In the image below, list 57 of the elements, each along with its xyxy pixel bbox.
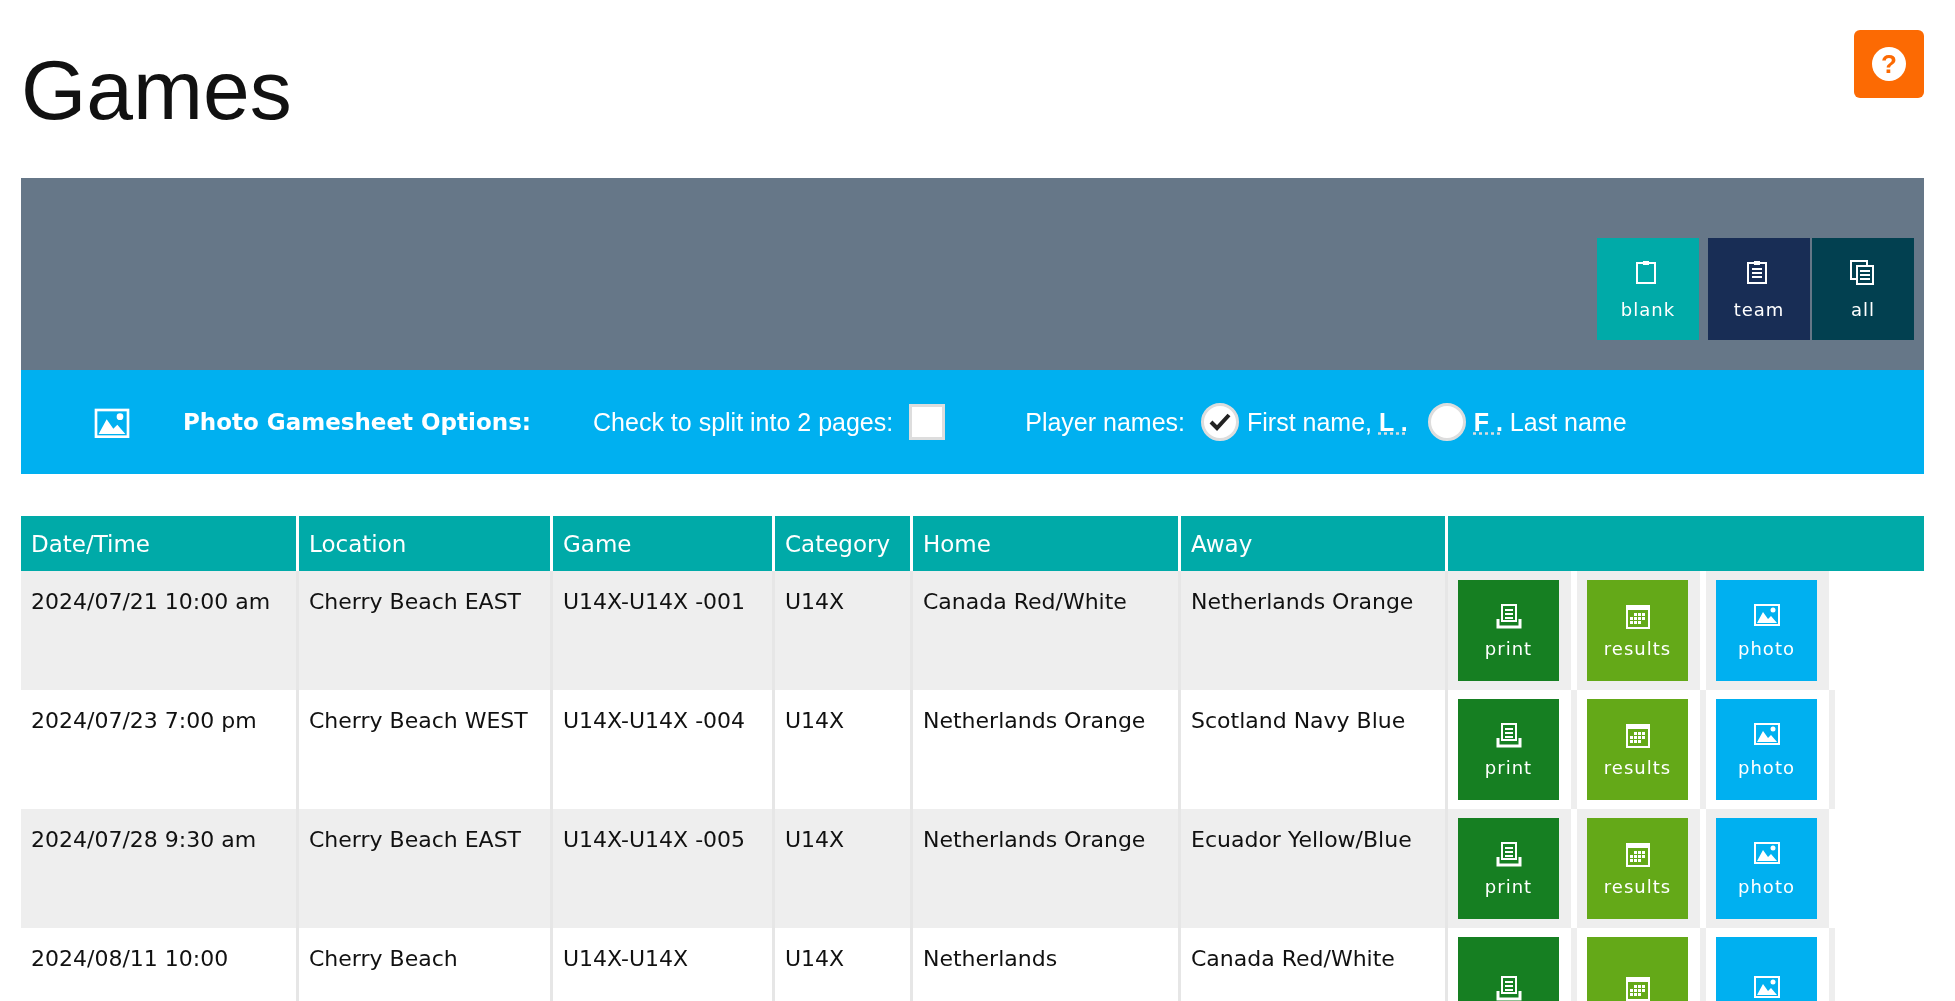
results-button[interactable]: results bbox=[1587, 818, 1688, 919]
category-cell: U14X bbox=[773, 809, 912, 928]
print-button[interactable]: print bbox=[1458, 699, 1559, 800]
page-title: Games bbox=[21, 48, 292, 132]
column-header: Game bbox=[551, 516, 774, 571]
photo-button[interactable]: photo bbox=[1716, 580, 1817, 681]
category-cell: U14X bbox=[773, 928, 912, 1001]
date-time-cell: 2024/08/11 10:00 bbox=[21, 928, 298, 1001]
photo-button[interactable]: photo bbox=[1716, 699, 1817, 800]
home-team-cell: Canada Red/White bbox=[911, 571, 1180, 690]
date-time-cell: 2024/07/21 10:00 am bbox=[21, 571, 298, 690]
name-format-radio[interactable] bbox=[1427, 403, 1466, 441]
split-checkbox[interactable] bbox=[909, 404, 946, 440]
home-team-cell: Netherlands Orange bbox=[911, 809, 1180, 928]
column-header: Date/Time bbox=[21, 516, 298, 571]
options-title: Photo Gamesheet Options: bbox=[183, 409, 532, 435]
column-header: Category bbox=[773, 516, 912, 571]
checkmark-icon bbox=[1209, 413, 1231, 431]
date-time-cell: 2024/07/28 9:30 am bbox=[21, 809, 298, 928]
all-sheet-button[interactable]: all bbox=[1812, 238, 1914, 340]
home-team-cell: Netherlands bbox=[911, 928, 1180, 1001]
game-cell: U14X-U14X bbox=[551, 928, 774, 1001]
away-team-cell: Canada Red/White bbox=[1179, 928, 1447, 1001]
location-cell: Cherry Beach bbox=[297, 928, 552, 1001]
photo-button[interactable]: photo bbox=[1716, 818, 1817, 919]
results-button[interactable]: results bbox=[1587, 580, 1688, 681]
game-cell: U14X-U14X -005 bbox=[551, 809, 774, 928]
calendar-icon bbox=[1623, 721, 1652, 749]
away-team-cell: Ecuador Yellow/Blue bbox=[1179, 809, 1447, 928]
location-cell: Cherry Beach EAST bbox=[297, 809, 552, 928]
calendar-icon bbox=[1623, 840, 1652, 868]
documents-icon bbox=[1849, 258, 1877, 287]
print-icon bbox=[1494, 973, 1523, 1001]
team-sheet-button[interactable]: team bbox=[1708, 238, 1810, 340]
name-format-label: First name, L . bbox=[1247, 407, 1408, 437]
away-team-cell: Netherlands Orange bbox=[1179, 571, 1447, 690]
date-time-cell: 2024/07/23 7:00 pm bbox=[21, 690, 298, 809]
category-cell: U14X bbox=[773, 571, 912, 690]
blank-sheet-button[interactable]: blank bbox=[1597, 238, 1699, 340]
name-format-radio[interactable] bbox=[1201, 403, 1239, 441]
location-cell: Cherry Beach EAST bbox=[297, 571, 552, 690]
print-icon bbox=[1494, 602, 1523, 630]
player-names-label: Player names: bbox=[1025, 407, 1185, 437]
split-label: Check to split into 2 pages: bbox=[593, 407, 894, 437]
help-button[interactable]: ? bbox=[1854, 30, 1924, 98]
print-icon bbox=[1494, 840, 1523, 868]
print-icon bbox=[1494, 721, 1523, 749]
print-button[interactable]: print bbox=[1458, 580, 1559, 681]
results-button[interactable]: results bbox=[1587, 699, 1688, 800]
name-format-label: F . Last name bbox=[1473, 407, 1627, 437]
image-icon bbox=[1752, 973, 1781, 1001]
column-header: Location bbox=[297, 516, 552, 571]
print-button[interactable]: print bbox=[1458, 818, 1559, 919]
calendar-icon bbox=[1623, 602, 1652, 630]
column-header: Home bbox=[911, 516, 1180, 571]
game-cell: U14X-U14X -001 bbox=[551, 571, 774, 690]
column-header: Away bbox=[1179, 516, 1447, 571]
